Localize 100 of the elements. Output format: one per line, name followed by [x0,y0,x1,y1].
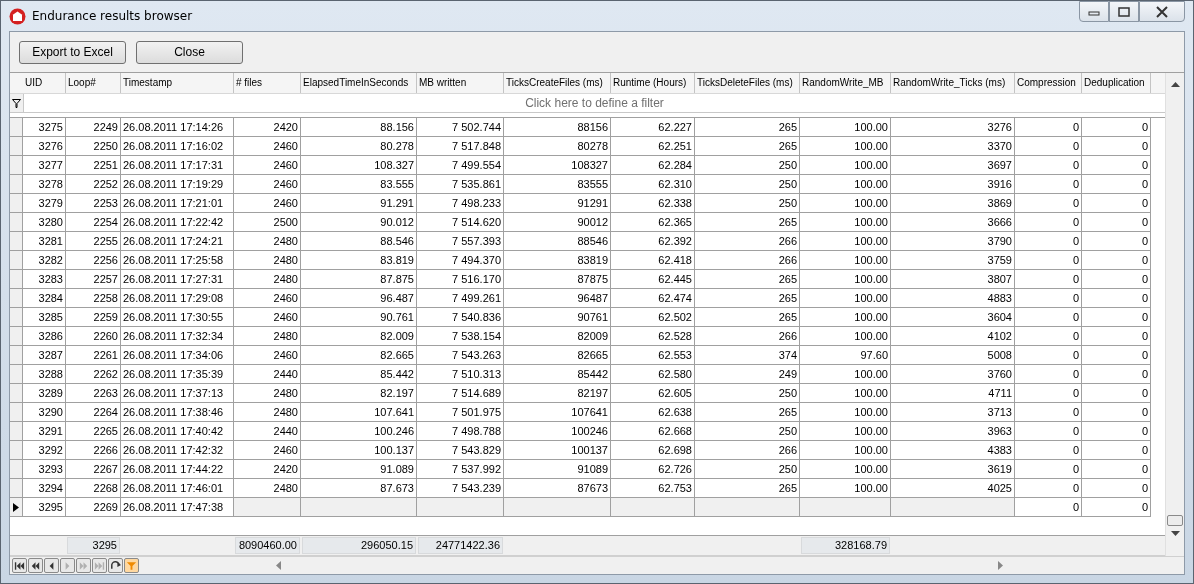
table-cell: 3275 [23,118,66,137]
table-cell: 4883 [891,289,1015,308]
table-cell: 0 [1015,422,1082,441]
navigator-button[interactable] [108,558,123,573]
table-cell: 82009 [504,327,611,346]
table-cell: 7 517.848 [417,137,504,156]
table-cell: 3807 [891,270,1015,289]
table-cell: 100.00 [800,422,891,441]
column-header[interactable]: Timestamp [121,73,234,93]
table-cell: 3290 [23,403,66,422]
table-cell: 3963 [891,422,1015,441]
column-header[interactable]: Runtime (Hours) [611,73,695,93]
table-cell: 3277 [23,156,66,175]
column-header[interactable]: # files [234,73,301,93]
table-cell: 90.761 [301,308,417,327]
table-cell: 0 [1015,365,1082,384]
table-cell: 85.442 [301,365,417,384]
scroll-up-icon[interactable] [1170,81,1180,87]
table-cell: 91291 [504,194,611,213]
table-cell: 2257 [66,270,121,289]
table-cell: 0 [1015,384,1082,403]
column-header[interactable]: Deduplication [1082,73,1151,93]
column-header[interactable]: RandomWrite_MB [800,73,891,93]
table-cell: 26.08.2011 17:27:31 [121,270,234,289]
table-cell: 266 [695,251,800,270]
scrollbar-thumb[interactable] [1167,515,1183,526]
navigator-button[interactable] [44,558,59,573]
table-cell: 0 [1082,156,1151,175]
maximize-button[interactable] [1109,1,1139,22]
table-cell: 0 [1082,346,1151,365]
column-header[interactable]: TicksDeleteFiles (ms) [695,73,800,93]
table-cell: 250 [695,194,800,213]
table-cell: 62.553 [611,346,695,365]
table-cell: 26.08.2011 17:19:29 [121,175,234,194]
table-cell: 0 [1015,308,1082,327]
table-cell: 2440 [234,365,301,384]
table-cell: 2420 [234,118,301,137]
table-cell: 3278 [23,175,66,194]
column-header[interactable]: TicksCreateFiles (ms) [504,73,611,93]
minimize-button[interactable] [1079,1,1109,22]
close-button[interactable]: Close [136,40,243,64]
row-header[interactable] [10,498,23,517]
table-cell: 266 [695,441,800,460]
filter-row[interactable]: Click here to define a filter [24,94,1165,112]
table-cell: 82665 [504,346,611,365]
table-cell: 26.08.2011 17:29:08 [121,289,234,308]
table-cell: 374 [695,346,800,365]
table-cell: 5008 [891,346,1015,365]
table-cell: 7 502.744 [417,118,504,137]
table-cell: 266 [695,327,800,346]
table-cell: 2440 [234,422,301,441]
table-cell: 2460 [234,156,301,175]
column-header[interactable]: UID [23,73,66,93]
table-cell: 0 [1082,118,1151,137]
table-cell: 0 [1082,270,1151,289]
table-cell: 2480 [234,270,301,289]
table-cell: 62.726 [611,460,695,479]
table-cell: 62.668 [611,422,695,441]
table-cell: 265 [695,137,800,156]
table-cell: 62.392 [611,232,695,251]
export-button[interactable]: Export to Excel [19,40,126,64]
table-cell: 85442 [504,365,611,384]
table-cell: 7 557.393 [417,232,504,251]
table-cell: 62.227 [611,118,695,137]
table-cell: 265 [695,289,800,308]
table-cell: 82.197 [301,384,417,403]
table-cell: 2480 [234,251,301,270]
table-cell: 26.08.2011 17:32:34 [121,327,234,346]
scroll-down-icon[interactable] [1170,530,1180,536]
column-header[interactable]: Loop# [66,73,121,93]
table-cell: 0 [1082,460,1151,479]
column-header[interactable]: Compression [1015,73,1082,93]
table-cell: 87.875 [301,270,417,289]
scroll-left-icon[interactable] [275,561,281,570]
table-cell: 0 [1082,403,1151,422]
table-cell: 62.605 [611,384,695,403]
table-cell: 3294 [23,479,66,498]
table-cell: 100.00 [800,118,891,137]
table-cell: 82.009 [301,327,417,346]
navigator-button[interactable] [28,558,43,573]
table-cell: 3279 [23,194,66,213]
table-cell: 3281 [23,232,66,251]
close-button[interactable] [1139,1,1185,22]
table-cell: 0 [1082,251,1151,270]
column-header[interactable]: MB written [417,73,504,93]
table-cell: 7 514.620 [417,213,504,232]
table-cell: 62.310 [611,175,695,194]
column-header[interactable]: ElapsedTimeInSeconds [301,73,417,93]
table-cell: 26.08.2011 17:16:02 [121,137,234,156]
table-cell: 100.00 [800,213,891,232]
table-cell: 3283 [23,270,66,289]
table-cell: 0 [1015,327,1082,346]
scroll-right-icon[interactable] [998,561,1004,570]
table-cell: 88.546 [301,232,417,251]
table-cell: 62.338 [611,194,695,213]
table-cell: 26.08.2011 17:14:26 [121,118,234,137]
table-cell: 100.00 [800,289,891,308]
column-header[interactable]: RandomWrite_Ticks (ms) [891,73,1015,93]
navigator-button[interactable] [12,558,27,573]
table-cell: 82.665 [301,346,417,365]
